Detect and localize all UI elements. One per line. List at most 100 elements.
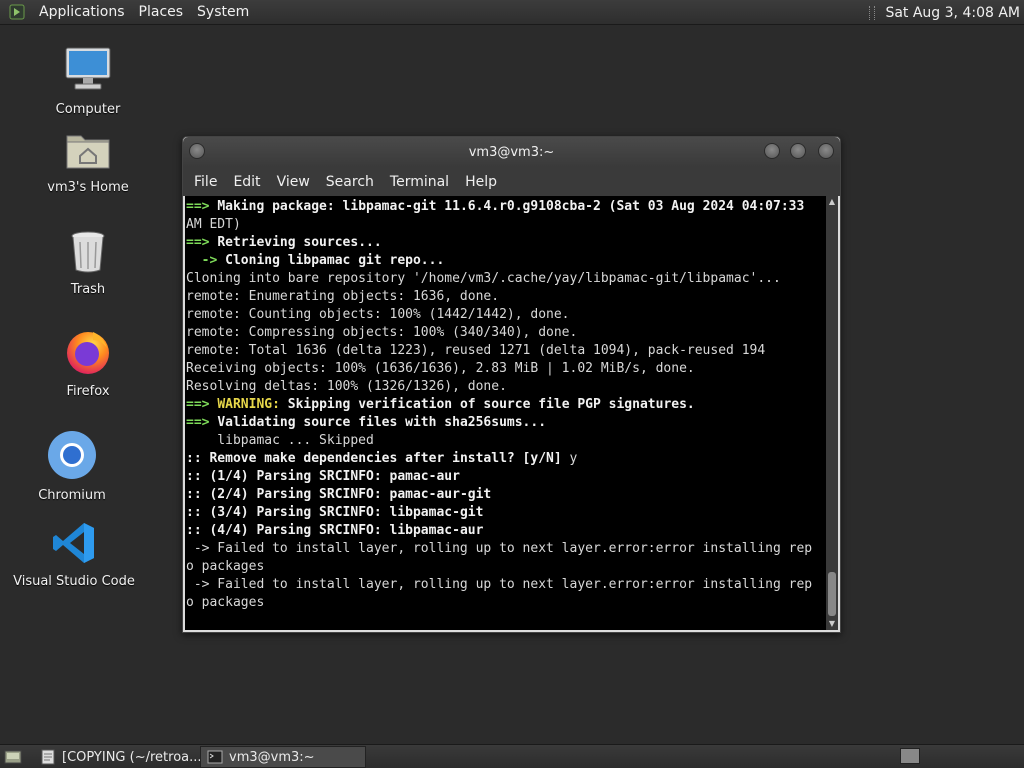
desktop-icon-label: Trash bbox=[70, 282, 106, 297]
applications-menu[interactable]: Applications bbox=[32, 0, 132, 25]
terminal-text: (2/4) Parsing SRCINFO: pamac-aur-git bbox=[209, 487, 492, 502]
terminal-line: libpamac ... Skipped bbox=[186, 432, 827, 450]
terminal-line: remote: Counting objects: 100% (1442/144… bbox=[186, 306, 827, 324]
terminal-line: ==> WARNING: Skipping verification of so… bbox=[186, 396, 827, 414]
maximize-button[interactable] bbox=[790, 143, 806, 159]
terminal-text: remote: Counting objects: 100% (1442/144… bbox=[186, 307, 570, 322]
terminal-text: :: bbox=[186, 469, 210, 484]
terminal-text: :: bbox=[186, 505, 210, 520]
terminal-text: (3/4) Parsing SRCINFO: libpamac-git bbox=[209, 505, 484, 520]
places-menu[interactable]: Places bbox=[132, 0, 191, 25]
terminal-line: o packages bbox=[186, 594, 827, 612]
terminal-line: Receiving objects: 100% (1636/1636), 2.8… bbox=[186, 360, 827, 378]
terminal-text: libpamac ... Skipped bbox=[186, 433, 374, 448]
terminal-text: remote: Total 1636 (delta 1223), reused … bbox=[186, 343, 766, 358]
scroll-up-arrow-icon[interactable]: ▲ bbox=[826, 196, 838, 208]
desktop-icon-computer[interactable]: Computer bbox=[18, 44, 158, 117]
terminal-text: (4/4) Parsing SRCINFO: libpamac-aur bbox=[209, 523, 484, 538]
menu-edit[interactable]: Edit bbox=[226, 174, 267, 190]
terminal-text: ==> bbox=[186, 415, 218, 430]
desktop-icon-trash[interactable]: Trash bbox=[18, 228, 158, 297]
terminal-text: remote: Compressing objects: 100% (340/3… bbox=[186, 325, 578, 340]
trash-icon bbox=[66, 228, 110, 278]
menu-help[interactable]: Help bbox=[458, 174, 504, 190]
terminal-line: ==> Making package: libpamac-git 11.6.4.… bbox=[186, 198, 827, 216]
terminal-icon bbox=[207, 750, 223, 764]
terminal-line: o packages bbox=[186, 558, 827, 576]
window-title: vm3@vm3:~ bbox=[468, 144, 555, 160]
terminal-text: -> Failed to install layer, rolling up t… bbox=[186, 541, 813, 556]
terminal-line: ==> Validating source files with sha256s… bbox=[186, 414, 827, 432]
desktop-icon-firefox[interactable]: Firefox bbox=[18, 326, 158, 399]
terminal-scrollbar[interactable]: ▲ ▼ bbox=[826, 196, 838, 630]
vscode-icon bbox=[51, 520, 97, 570]
computer-icon bbox=[63, 44, 113, 98]
terminal-text: o packages bbox=[186, 559, 265, 574]
top-panel: Applications Places System Sat Aug 3, 4:… bbox=[0, 0, 1024, 25]
terminal-text: ==> bbox=[186, 397, 218, 412]
minimize-button[interactable] bbox=[764, 143, 780, 159]
desktop-icon-label: Computer bbox=[55, 102, 121, 117]
terminal-line: -> Cloning libpamac git repo... bbox=[186, 252, 827, 270]
menu-search[interactable]: Search bbox=[319, 174, 381, 190]
taskbar-item-label: [COPYING (~/retroa... bbox=[62, 749, 200, 765]
terminal-text: :: bbox=[186, 487, 210, 502]
terminal-text: :: bbox=[186, 451, 210, 466]
terminal-menubar: File Edit View Search Terminal Help bbox=[183, 167, 840, 196]
terminal-line: ==> Retrieving sources... bbox=[186, 234, 827, 252]
terminal-text: AM EDT) bbox=[186, 217, 241, 232]
menu-terminal[interactable]: Terminal bbox=[383, 174, 456, 190]
show-desktop-icon bbox=[4, 750, 22, 763]
terminal-text: y bbox=[561, 451, 578, 466]
text-editor-icon bbox=[40, 749, 56, 765]
terminal-titlebar[interactable]: vm3@vm3:~ bbox=[183, 137, 840, 167]
terminal-line: remote: Compressing objects: 100% (340/3… bbox=[186, 324, 827, 342]
bottom-panel: [COPYING (~/retroa... vm3@vm3:~ bbox=[0, 744, 1024, 768]
desktop-icon-chromium[interactable]: Chromium bbox=[2, 430, 142, 503]
terminal-text: Receiving objects: 100% (1636/1636), 2.8… bbox=[186, 361, 695, 376]
desktop-icon-home[interactable]: vm3's Home bbox=[18, 128, 158, 195]
terminal-text: ==> bbox=[186, 199, 218, 214]
terminal-text: Retrieving sources... bbox=[217, 235, 382, 250]
terminal-text: Skipping verification of source file PGP… bbox=[279, 397, 695, 412]
window-menu-button[interactable] bbox=[189, 143, 205, 159]
terminal-line: Cloning into bare repository '/home/vm3/… bbox=[186, 270, 827, 288]
desktop-icon-vscode[interactable]: Visual Studio Code bbox=[4, 520, 144, 589]
terminal-line: Resolving deltas: 100% (1326/1326), done… bbox=[186, 378, 827, 396]
workspace-switcher[interactable] bbox=[900, 748, 920, 764]
menu-view[interactable]: View bbox=[270, 174, 317, 190]
terminal-text: -> bbox=[186, 253, 226, 268]
terminal-text: Making package: libpamac-git 11.6.4.r0.g… bbox=[217, 199, 805, 214]
taskbar-item-active[interactable]: vm3@vm3:~ bbox=[200, 746, 366, 768]
menu-file[interactable]: File bbox=[187, 174, 224, 190]
terminal-text: ==> bbox=[186, 235, 218, 250]
system-menu[interactable]: System bbox=[190, 0, 256, 25]
clock-area: Sat Aug 3, 4:08 AM bbox=[869, 0, 1020, 25]
taskbar-item[interactable]: [COPYING (~/retroa... bbox=[34, 746, 200, 768]
terminal-output[interactable]: ==> Making package: libpamac-git 11.6.4.… bbox=[185, 196, 827, 630]
distro-logo-icon[interactable] bbox=[8, 3, 26, 21]
terminal-line: AM EDT) bbox=[186, 216, 827, 234]
desktop-icon-label: Visual Studio Code bbox=[13, 574, 135, 589]
show-desktop-button[interactable] bbox=[2, 748, 24, 766]
terminal-text: -> Failed to install layer, rolling up t… bbox=[186, 577, 813, 592]
home-folder-icon bbox=[64, 128, 112, 176]
terminal-text: (1/4) Parsing SRCINFO: pamac-aur bbox=[209, 469, 460, 484]
task-list: [COPYING (~/retroa... vm3@vm3:~ bbox=[34, 745, 366, 768]
scroll-down-arrow-icon[interactable]: ▼ bbox=[826, 618, 838, 630]
panel-separator bbox=[869, 5, 876, 20]
clock[interactable]: Sat Aug 3, 4:08 AM bbox=[885, 5, 1020, 21]
chromium-icon bbox=[47, 430, 97, 484]
terminal-text: o packages bbox=[186, 595, 265, 610]
scrollbar-thumb[interactable] bbox=[828, 572, 836, 616]
firefox-icon bbox=[63, 326, 113, 380]
terminal-line: :: (4/4) Parsing SRCINFO: libpamac-aur bbox=[186, 522, 827, 540]
terminal-line: remote: Enumerating objects: 1636, done. bbox=[186, 288, 827, 306]
terminal-text: remote: Enumerating objects: 1636, done. bbox=[186, 289, 500, 304]
terminal-line: remote: Total 1636 (delta 1223), reused … bbox=[186, 342, 827, 360]
close-button[interactable] bbox=[818, 143, 834, 159]
desktop-icon-label: Firefox bbox=[66, 384, 110, 399]
terminal-line: :: (3/4) Parsing SRCINFO: libpamac-git bbox=[186, 504, 827, 522]
top-menu: Applications Places System bbox=[0, 0, 256, 24]
terminal-text: Cloning into bare repository '/home/vm3/… bbox=[186, 271, 781, 286]
